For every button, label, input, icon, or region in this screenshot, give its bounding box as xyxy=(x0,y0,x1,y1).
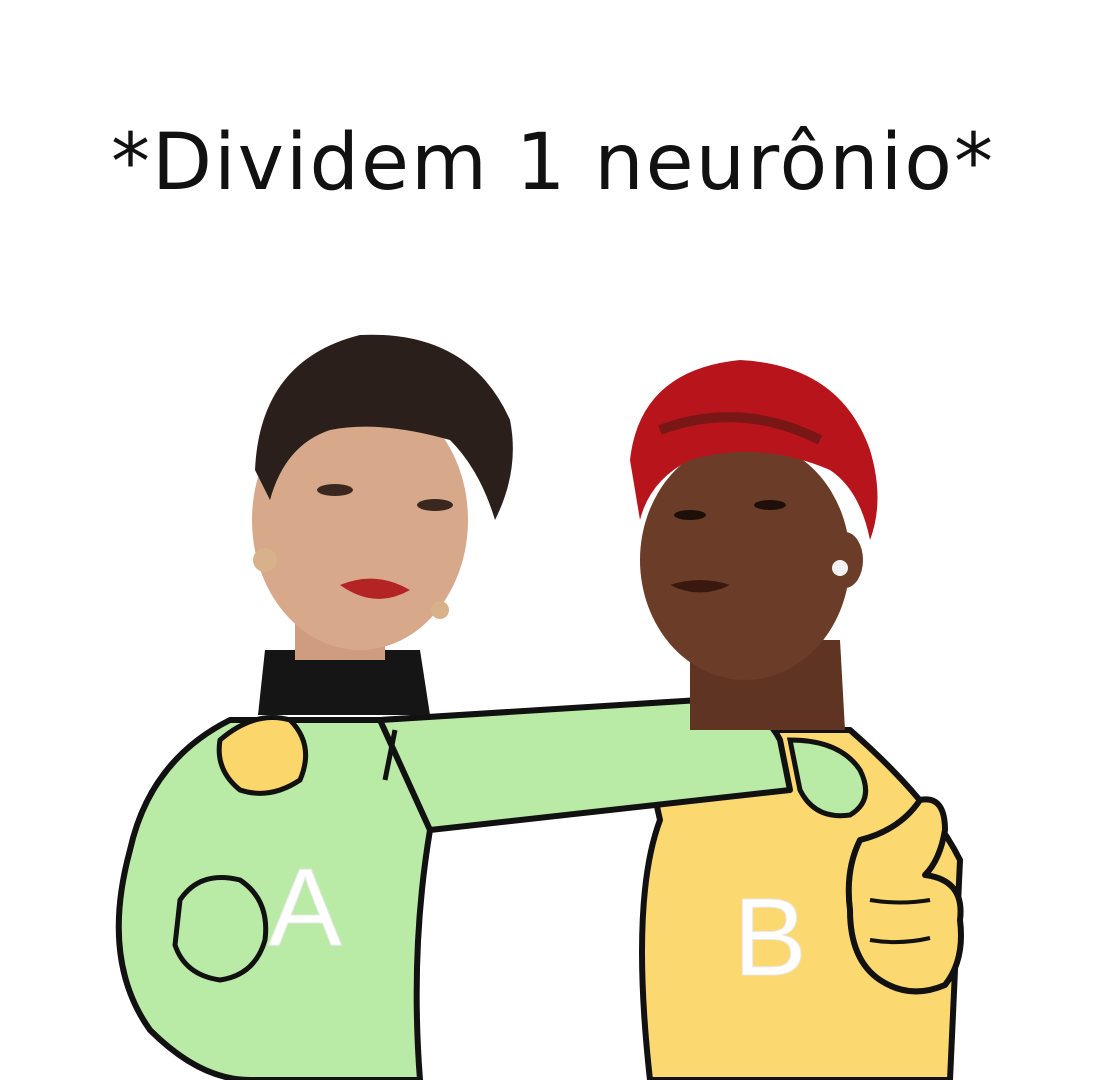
meme-canvas: *Dividem 1 neurônio* B A xyxy=(0,0,1106,1080)
meme-illustration: B A xyxy=(115,334,964,1080)
person-b-photo xyxy=(630,360,878,730)
character-a-letter: A xyxy=(268,846,342,969)
character-b-letter: B xyxy=(733,876,806,999)
person-a-photo xyxy=(252,334,513,715)
